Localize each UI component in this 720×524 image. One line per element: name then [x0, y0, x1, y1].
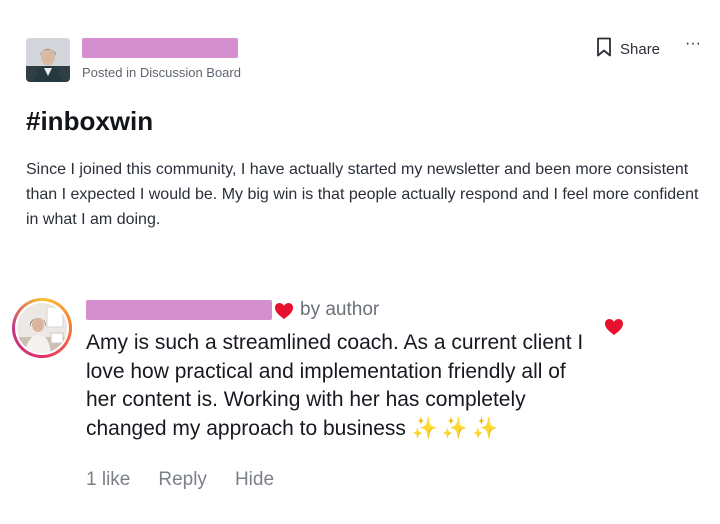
post-author-avatar[interactable] [26, 38, 70, 82]
comment-actions: 1 like Reply Hide [86, 469, 274, 491]
more-options-icon[interactable]: ··· [683, 36, 703, 57]
reply-button[interactable]: Reply [158, 469, 207, 491]
post-body: Since I joined this community, I have ac… [26, 161, 699, 228]
hide-button[interactable]: Hide [235, 469, 274, 491]
comment-body: Amy is such a streamlined coach. As a cu… [86, 331, 584, 440]
post-author-name-redacted [82, 38, 238, 58]
comment-text: Amy is such a streamlined coach. As a cu… [86, 329, 586, 443]
heart-icon [274, 302, 294, 320]
author-badge: by author [300, 299, 380, 320]
bookmark-icon [596, 37, 612, 61]
post-meta: Posted in Discussion Board [82, 65, 241, 80]
commenter-name-redacted [86, 300, 272, 320]
sparkles-emoji: ✨✨✨ [411, 416, 503, 440]
post-title: #inboxwin [26, 106, 154, 136]
share-label: Share [620, 40, 661, 58]
commenter-avatar[interactable] [12, 298, 72, 358]
like-heart-icon[interactable] [604, 318, 624, 336]
share-button[interactable]: Share [596, 37, 660, 61]
discussion-post-page: Posted in Discussion Board Share ··· #in… [0, 0, 720, 524]
likes-count[interactable]: 1 like [86, 469, 130, 491]
